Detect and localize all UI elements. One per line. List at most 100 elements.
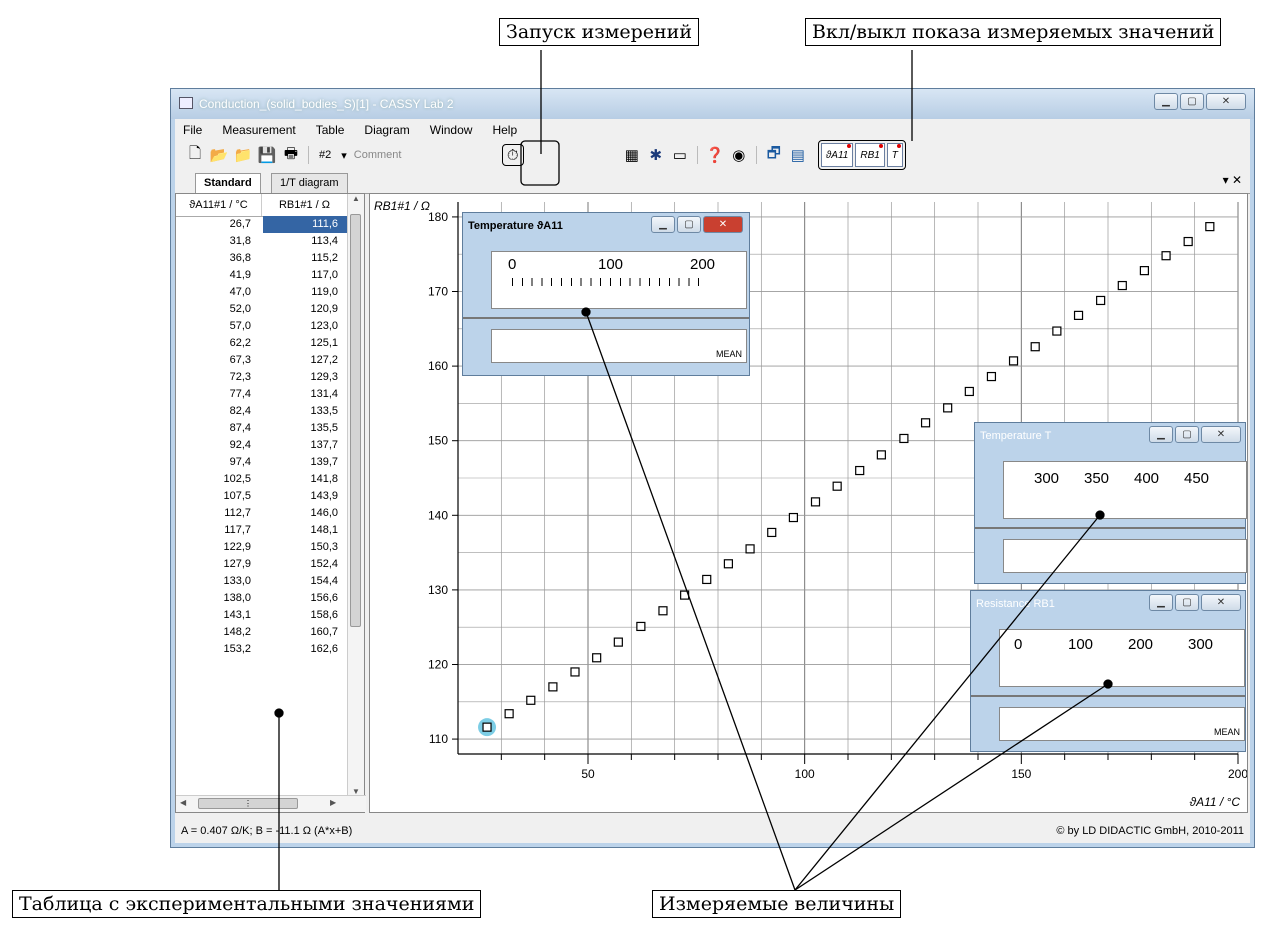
table-row[interactable]: 62,2 125,1 xyxy=(176,335,350,352)
menu-diagram[interactable]: Diagram xyxy=(364,123,409,137)
cell-temperature[interactable]: 77,4 xyxy=(176,386,263,403)
close-button[interactable]: ✕ xyxy=(1201,594,1241,611)
maximize-button[interactable]: ▢ xyxy=(677,216,701,233)
table-row[interactable]: 127,9 152,4 xyxy=(176,556,350,573)
cell-resistance[interactable]: 115,2 xyxy=(263,250,350,267)
minimize-button[interactable]: ▁ xyxy=(1149,426,1173,443)
cell-resistance[interactable]: 158,6 xyxy=(263,607,350,624)
cell-temperature[interactable]: 112,7 xyxy=(176,505,263,522)
cell-temperature[interactable]: 41,9 xyxy=(176,267,263,284)
tab-standard[interactable]: Standard xyxy=(195,173,261,194)
cell-temperature[interactable]: 36,8 xyxy=(176,250,263,267)
column-header-temperature[interactable]: ϑA11#1 / °C xyxy=(176,194,262,216)
print-icon[interactable]: 🖶 xyxy=(281,145,301,165)
open-example-icon[interactable]: 📁 xyxy=(233,145,253,165)
table-row[interactable]: 47,0 119,0 xyxy=(176,284,350,301)
menu-help[interactable]: Help xyxy=(492,123,517,137)
display-icon[interactable]: ▭ xyxy=(670,145,690,165)
cell-resistance[interactable]: 111,6 xyxy=(263,216,350,233)
menu-table[interactable]: Table xyxy=(316,123,345,137)
instrument-temperature-t[interactable]: Temperature T ▁ ▢ ✕ 300 350 400 450 xyxy=(974,422,1247,584)
table-row[interactable]: 102,5 141,8 xyxy=(176,471,350,488)
tab-1t-diagram[interactable]: 1/T diagram xyxy=(271,173,348,193)
table-row[interactable]: 107,5 143,9 xyxy=(176,488,350,505)
settings-gear-icon[interactable]: ✱ xyxy=(646,145,666,165)
table-row[interactable]: 31,8 113,4 xyxy=(176,233,350,250)
maximize-button[interactable]: ▢ xyxy=(1175,594,1199,611)
cell-resistance[interactable]: 150,3 xyxy=(263,539,350,556)
cell-resistance[interactable]: 117,0 xyxy=(263,267,350,284)
cell-temperature[interactable]: 143,1 xyxy=(176,607,263,624)
new-file-icon[interactable]: 🗋 xyxy=(185,145,205,165)
cell-temperature[interactable]: 148,2 xyxy=(176,624,263,641)
table-row[interactable]: 52,0 120,9 xyxy=(176,301,350,318)
save-icon[interactable]: 💾 xyxy=(257,145,277,165)
close-button[interactable]: ✕ xyxy=(1201,426,1241,443)
table-row[interactable]: 92,4 137,7 xyxy=(176,437,350,454)
scroll-thumb[interactable] xyxy=(350,214,361,627)
cell-resistance[interactable]: 127,2 xyxy=(263,352,350,369)
vertical-scrollbar[interactable]: ▲ ▼ xyxy=(347,194,364,798)
window-tile-icon[interactable]: ▤ xyxy=(788,145,808,165)
cell-resistance[interactable]: 129,3 xyxy=(263,369,350,386)
maximize-button[interactable]: ▢ xyxy=(1175,426,1199,443)
chevron-down-icon[interactable]: ▾ xyxy=(1223,173,1229,187)
cell-temperature[interactable]: 26,7 xyxy=(176,216,263,233)
close-button[interactable]: ✕ xyxy=(703,216,743,233)
cell-temperature[interactable]: 122,9 xyxy=(176,539,263,556)
cell-temperature[interactable]: 31,8 xyxy=(176,233,263,250)
start-measurement-stopwatch-icon[interactable]: ⏱ xyxy=(501,144,524,166)
cell-temperature[interactable]: 82,4 xyxy=(176,403,263,420)
table-row[interactable]: 143,1 158,6 xyxy=(176,607,350,624)
cell-temperature[interactable]: 67,3 xyxy=(176,352,263,369)
menu-window[interactable]: Window xyxy=(430,123,473,137)
cell-temperature[interactable]: 52,0 xyxy=(176,301,263,318)
table-row[interactable]: 36,8 115,2 xyxy=(176,250,350,267)
toggle-temp-t-button[interactable]: T xyxy=(886,143,903,167)
cell-resistance[interactable]: 125,1 xyxy=(263,335,350,352)
cell-temperature[interactable]: 138,0 xyxy=(176,590,263,607)
table-row[interactable]: 57,0 123,0 xyxy=(176,318,350,335)
table-row[interactable]: 87,4 135,5 xyxy=(176,420,350,437)
table-row[interactable]: 97,4 139,7 xyxy=(176,454,350,471)
cell-resistance[interactable]: 148,1 xyxy=(263,522,350,539)
instrument-resistance[interactable]: Resistance RB1 ▁ ▢ ✕ 0 100 200 300 MEAN xyxy=(970,590,1246,752)
cell-resistance[interactable]: 119,0 xyxy=(263,284,350,301)
table-row[interactable]: 67,3 127,2 xyxy=(176,352,350,369)
cassy-modules-icon[interactable]: ▦ xyxy=(622,145,642,165)
toggle-resistance-button[interactable]: RB1 xyxy=(855,143,885,167)
cell-resistance[interactable]: 135,5 xyxy=(263,420,350,437)
cell-resistance[interactable]: 137,7 xyxy=(263,437,350,454)
cell-temperature[interactable]: 47,0 xyxy=(176,284,263,301)
cell-temperature[interactable]: 92,4 xyxy=(176,437,263,454)
cell-temperature[interactable]: 97,4 xyxy=(176,454,263,471)
cell-resistance[interactable]: 123,0 xyxy=(263,318,350,335)
cell-temperature[interactable]: 102,5 xyxy=(176,471,263,488)
cell-resistance[interactable]: 152,4 xyxy=(263,556,350,573)
table-row[interactable]: 72,3 129,3 xyxy=(176,369,350,386)
cell-resistance[interactable]: 133,5 xyxy=(263,403,350,420)
cell-resistance[interactable]: 141,8 xyxy=(263,471,350,488)
toggle-temp-a11-button[interactable]: ϑA11 xyxy=(820,143,854,167)
table-row[interactable]: 138,0 156,6 xyxy=(176,590,350,607)
table-row[interactable]: 26,7 111,6 xyxy=(176,216,350,233)
cell-temperature[interactable]: 87,4 xyxy=(176,420,263,437)
close-icon[interactable]: ✕ xyxy=(1232,173,1242,187)
table-row[interactable]: 148,2 160,7 xyxy=(176,624,350,641)
cell-resistance[interactable]: 162,6 xyxy=(263,641,350,658)
comment-field[interactable]: Comment xyxy=(354,149,464,161)
cell-resistance[interactable]: 120,9 xyxy=(263,301,350,318)
cell-resistance[interactable]: 154,4 xyxy=(263,573,350,590)
table-row[interactable]: 122,9 150,3 xyxy=(176,539,350,556)
ld-logo-icon[interactable]: ◉ xyxy=(729,145,749,165)
scroll-right-icon[interactable]: ▶ xyxy=(330,798,336,807)
cell-resistance[interactable]: 143,9 xyxy=(263,488,350,505)
help-icon[interactable]: ❓ xyxy=(705,145,725,165)
window-cascade-icon[interactable]: 🗗 xyxy=(764,145,784,165)
cell-temperature[interactable]: 117,7 xyxy=(176,522,263,539)
menu-file[interactable]: File xyxy=(183,123,202,137)
cell-temperature[interactable]: 127,9 xyxy=(176,556,263,573)
table-row[interactable]: 41,9 117,0 xyxy=(176,267,350,284)
maximize-button[interactable]: ▢ xyxy=(1180,93,1204,110)
instrument-temperature-a11[interactable]: Temperature ϑA11 ▁ ▢ ✕ 0 100 200 MEAN xyxy=(462,212,750,376)
